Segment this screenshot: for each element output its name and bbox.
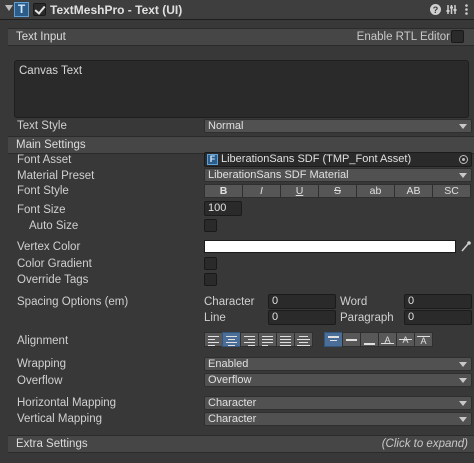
foldout-arrow-icon[interactable]	[5, 5, 13, 11]
overflow-value: Overflow	[208, 374, 252, 386]
word-spacing-field[interactable]: 0	[404, 294, 472, 309]
font-style-italic-button[interactable]: I	[242, 184, 281, 198]
override-tags-checkbox[interactable]	[204, 273, 217, 286]
horizontal-mapping-label: Horizontal Mapping	[17, 397, 117, 409]
font-style-bold-button[interactable]: B	[204, 184, 243, 198]
vertical-mapping-dropdown[interactable]: Character	[204, 412, 472, 426]
material-preset-dropdown[interactable]: LiberationSans SDF Material	[204, 168, 472, 182]
overflow-label: Overflow	[17, 375, 63, 387]
alignment-label: Alignment	[17, 335, 69, 347]
wrapping-label: Wrapping	[17, 358, 67, 370]
component-header[interactable]: T TextMeshPro - Text (UI) ?	[0, 0, 474, 20]
align-geometry-center-button[interactable]	[294, 332, 313, 347]
line-spacing-field[interactable]: 0	[268, 310, 336, 325]
text-input-section-header[interactable]: Text Input Enable RTL Editor	[8, 28, 474, 46]
svg-text:A: A	[420, 336, 426, 346]
align-baseline-button[interactable]: A	[378, 332, 397, 347]
line-spacing-label: Line	[204, 312, 226, 324]
character-spacing-label: Character	[204, 296, 255, 308]
component-title: TextMeshPro - Text (UI)	[50, 3, 183, 17]
chevron-down-icon	[459, 401, 467, 406]
vertex-color-label: Vertex Color	[17, 241, 81, 253]
color-gradient-checkbox[interactable]	[204, 257, 217, 270]
presets-icon[interactable]	[445, 3, 458, 16]
font-asset-field[interactable]: F LiberationSans SDF (TMP_Font Asset)	[204, 152, 472, 167]
font-style-lowercase-button[interactable]: ab	[356, 184, 395, 198]
material-preset-label: Material Preset	[17, 170, 95, 182]
paragraph-spacing-label: Paragraph	[340, 312, 394, 324]
align-capline-button[interactable]: A	[414, 332, 433, 347]
material-preset-value: LiberationSans SDF Material	[208, 169, 349, 181]
vertical-mapping-value: Character	[208, 413, 257, 425]
font-style-smallcaps-button[interactable]: SC	[432, 184, 471, 198]
font-size-field[interactable]: 100	[204, 201, 242, 216]
vertex-color-swatch[interactable]	[204, 240, 456, 253]
chevron-down-icon	[459, 362, 467, 367]
text-style-label: Text Style	[17, 120, 67, 132]
align-left-button[interactable]	[204, 332, 223, 347]
wrapping-value: Enabled	[208, 358, 249, 370]
font-asset-value: LiberationSans SDF (TMP_Font Asset)	[221, 153, 412, 165]
text-style-value: Normal	[208, 120, 244, 132]
spacing-options-label: Spacing Options (em)	[17, 296, 129, 308]
overflow-dropdown[interactable]: Overflow	[204, 373, 472, 387]
enable-rtl-editor-label: Enable RTL Editor	[356, 31, 450, 43]
context-menu-icon[interactable]	[460, 3, 473, 16]
component-enabled-checkbox[interactable]	[33, 3, 46, 16]
enable-rtl-editor-checkbox[interactable]	[451, 30, 464, 43]
horizontal-mapping-dropdown[interactable]: Character	[204, 396, 472, 410]
text-style-dropdown[interactable]: Normal	[204, 119, 472, 133]
font-style-underline-button[interactable]: U	[280, 184, 319, 198]
font-style-label: Font Style	[17, 185, 69, 197]
align-middle-button[interactable]	[342, 332, 361, 347]
textmeshpro-component-icon: T	[14, 2, 29, 17]
wrapping-dropdown[interactable]: Enabled	[204, 357, 472, 371]
paragraph-spacing-field[interactable]: 0	[404, 310, 472, 325]
font-style-strikethrough-button[interactable]: S	[318, 184, 357, 198]
text-input-value: Canvas Text	[19, 65, 83, 77]
vertical-mapping-label: Vertical Mapping	[17, 413, 103, 425]
text-input-area[interactable]: Canvas Text	[14, 60, 469, 118]
font-asset-label: Font Asset	[17, 154, 72, 166]
character-spacing-field[interactable]: 0	[268, 294, 336, 309]
section-title: Extra Settings	[16, 438, 88, 450]
section-title: Main Settings	[16, 139, 86, 151]
override-tags-label: Override Tags	[17, 274, 89, 286]
font-style-uppercase-button[interactable]: AB	[394, 184, 433, 198]
chevron-down-icon	[459, 378, 467, 383]
object-picker-icon[interactable]	[459, 155, 468, 164]
align-center-button[interactable]	[222, 332, 241, 347]
align-midline-button[interactable]: A	[396, 332, 415, 347]
help-icon[interactable]: ?	[429, 3, 442, 16]
extra-settings-section-header[interactable]: Extra Settings (Click to expand)	[8, 435, 474, 453]
chevron-down-icon	[459, 417, 467, 422]
auto-size-checkbox[interactable]	[204, 219, 217, 232]
align-right-button[interactable]	[240, 332, 259, 347]
font-asset-icon: F	[207, 154, 218, 165]
chevron-down-icon	[459, 124, 467, 129]
horizontal-mapping-value: Character	[208, 397, 257, 409]
svg-text:?: ?	[433, 5, 439, 15]
align-flush-button[interactable]	[276, 332, 295, 347]
word-spacing-label: Word	[340, 296, 368, 308]
color-gradient-label: Color Gradient	[17, 258, 92, 270]
eyedropper-icon[interactable]	[461, 240, 471, 252]
align-bottom-button[interactable]	[360, 332, 379, 347]
click-to-expand-hint: (Click to expand)	[381, 438, 468, 450]
font-size-label: Font Size	[17, 204, 66, 216]
auto-size-label: Auto Size	[29, 220, 79, 232]
chevron-down-icon	[459, 173, 467, 178]
align-justified-button[interactable]	[258, 332, 277, 347]
section-title: Text Input	[16, 31, 66, 43]
align-top-button[interactable]	[324, 332, 343, 347]
